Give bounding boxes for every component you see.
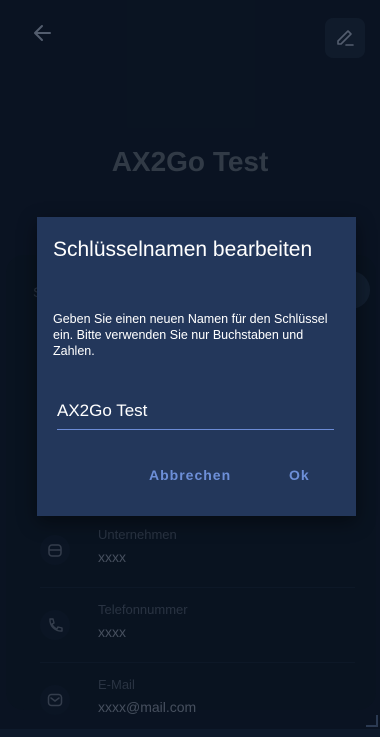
dialog-title: Schlüsselnamen bearbeiten — [53, 238, 313, 261]
key-name-input[interactable] — [57, 397, 334, 430]
cancel-button[interactable]: Abbrechen — [149, 467, 231, 483]
resize-corner-icon — [366, 715, 378, 727]
rename-key-dialog: Schlüsselnamen bearbeiten Geben Sie eine… — [37, 217, 356, 516]
ok-button[interactable]: Ok — [289, 467, 310, 483]
dialog-description: Geben Sie einen neuen Namen für den Schl… — [53, 312, 328, 358]
